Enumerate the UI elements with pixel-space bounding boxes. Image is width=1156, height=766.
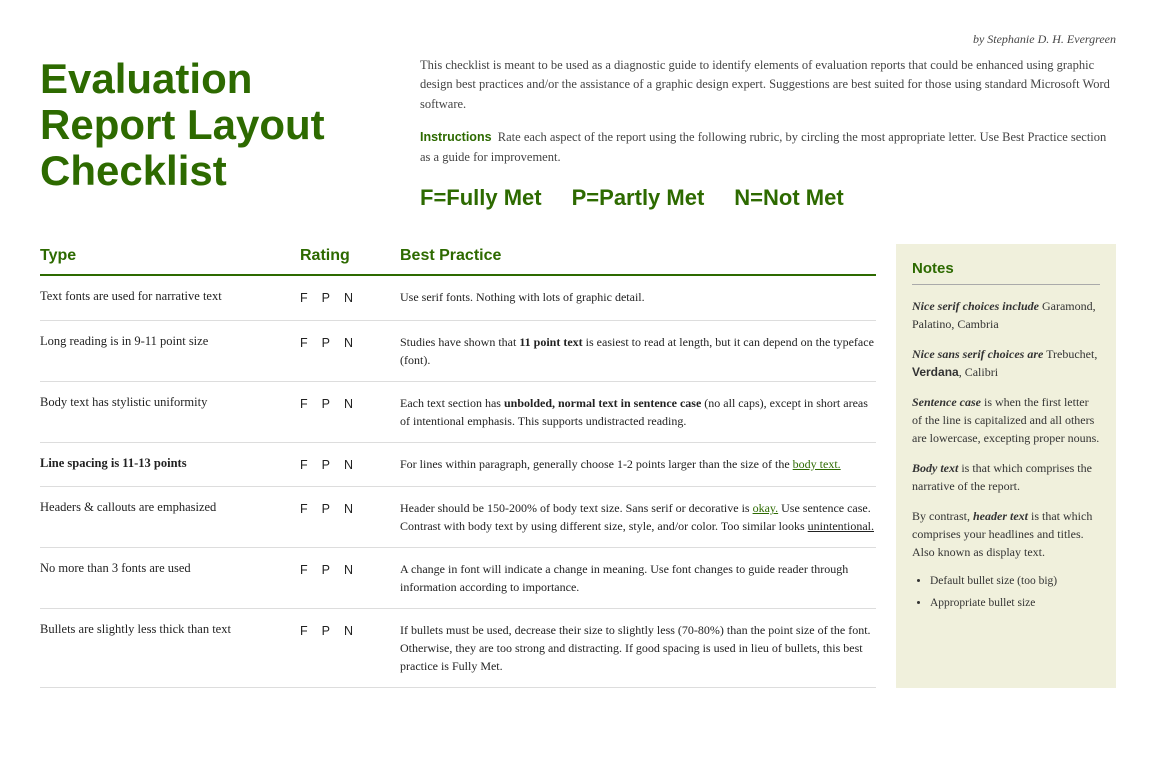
note-sentence-case: Sentence case is when the first letter o… [912, 393, 1100, 447]
not-met-label: N=Not Met [734, 181, 843, 214]
table-header: Type Rating Best Practice [40, 244, 876, 276]
table-row: Text fonts are used for narrative text F… [40, 276, 876, 321]
row-practice: For lines within paragraph, generally ch… [400, 455, 876, 473]
title-block: Evaluation Report Layout Checklist [40, 56, 380, 214]
instructions-text: Instructions Rate each aspect of the rep… [420, 128, 1116, 167]
col-rating-header: Rating [300, 244, 400, 268]
byline: by Stephanie D. H. Evergreen [40, 30, 1116, 48]
bullet-item-1: Default bullet size (too big) [930, 573, 1100, 590]
main-title: Evaluation Report Layout Checklist [40, 56, 380, 195]
main-table-area: Type Rating Best Practice Text fonts are… [40, 244, 1116, 689]
row-label: Text fonts are used for narrative text [40, 288, 300, 306]
note-sans-serif: Nice sans serif choices are Trebuchet, V… [912, 345, 1100, 381]
row-practice: If bullets must be used, decrease their … [400, 621, 876, 675]
col-type-header: Type [40, 244, 300, 268]
notes-header: Notes [912, 258, 1100, 286]
instructions-body: Rate each aspect of the report using the… [420, 130, 1106, 163]
row-practice: Studies have shown that 11 point text is… [400, 333, 876, 369]
table-row: No more than 3 fonts are used F P N A ch… [40, 548, 876, 609]
row-rating: F P N [300, 621, 400, 641]
note-header-text: By contrast, header text is that which c… [912, 507, 1100, 561]
row-label: Long reading is in 9-11 point size [40, 333, 300, 351]
instructions-label: Instructions [420, 130, 492, 144]
row-practice: Each text section has unbolded, normal t… [400, 394, 876, 430]
row-label: Bullets are slightly less thick than tex… [40, 621, 300, 639]
note-serif: Nice serif choices include Garamond, Pal… [912, 297, 1100, 333]
bullet-item-2: Appropriate bullet size [930, 595, 1100, 612]
row-rating: F P N [300, 499, 400, 519]
description-text: This checklist is meant to be used as a … [420, 56, 1116, 114]
table-row: Bullets are slightly less thick than tex… [40, 609, 876, 688]
note-bullets: Default bullet size (too big) Appropriat… [912, 573, 1100, 612]
row-rating: F P N [300, 394, 400, 414]
row-practice: Header should be 150-200% of body text s… [400, 499, 876, 535]
notes-box: Notes Nice serif choices include Garamon… [896, 244, 1116, 689]
table-row: Body text has stylistic uniformity F P N… [40, 382, 876, 443]
row-label: Body text has stylistic uniformity [40, 394, 300, 412]
row-label: Line spacing is 11-13 points [40, 455, 300, 473]
row-rating: F P N [300, 288, 400, 308]
note-body-text: Body text is that which comprises the na… [912, 459, 1100, 495]
table-row: Headers & callouts are emphasized F P N … [40, 487, 876, 548]
partly-met-label: P=Partly Met [572, 181, 705, 214]
row-label: Headers & callouts are emphasized [40, 499, 300, 517]
row-rating: F P N [300, 333, 400, 353]
col-practice-header: Best Practice [400, 244, 876, 268]
table-row: Long reading is in 9-11 point size F P N… [40, 321, 876, 382]
row-practice: Use serif fonts. Nothing with lots of gr… [400, 288, 876, 306]
row-rating: F P N [300, 560, 400, 580]
intro-block: This checklist is meant to be used as a … [420, 56, 1116, 214]
row-practice: A change in font will indicate a change … [400, 560, 876, 596]
fully-met-label: F=Fully Met [420, 181, 542, 214]
table-row: Line spacing is 11-13 points F P N For l… [40, 443, 876, 488]
row-rating: F P N [300, 455, 400, 475]
rating-legend: F=Fully Met P=Partly Met N=Not Met [420, 181, 1116, 214]
checklist-section: Type Rating Best Practice Text fonts are… [40, 244, 876, 689]
row-label: No more than 3 fonts are used [40, 560, 300, 578]
